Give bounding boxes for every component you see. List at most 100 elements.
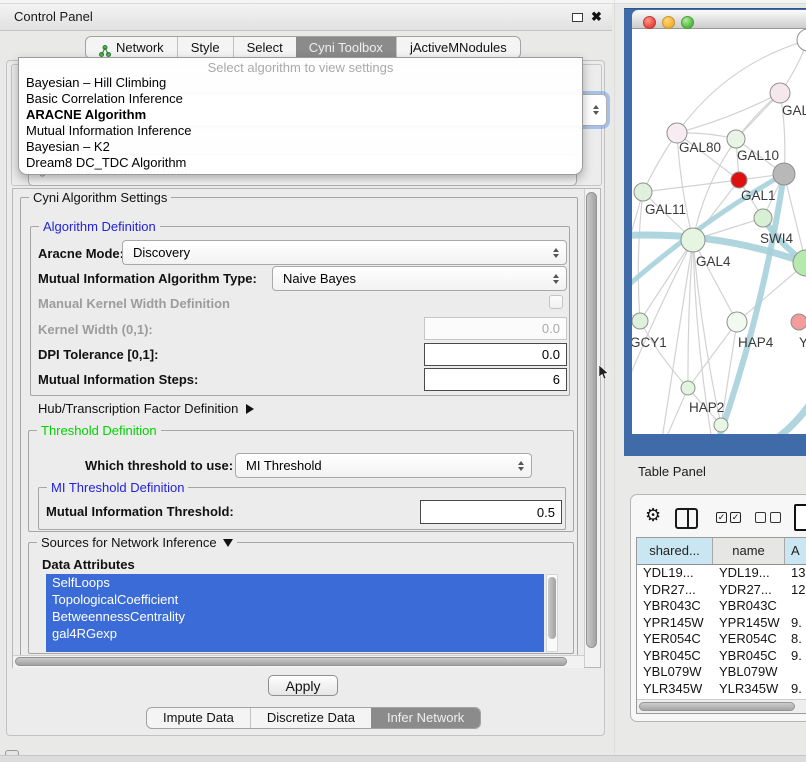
- select-all-icon[interactable]: ✓✓: [716, 512, 741, 523]
- table-rows: YDL19...YDL19...13YDR27...YDR27...12YBR0…: [637, 565, 806, 714]
- tab-cyni-toolbox[interactable]: Cyni Toolbox: [296, 37, 396, 58]
- table-cell: YDR27...: [637, 582, 713, 599]
- table-row[interactable]: YBL079WYBL079W: [637, 664, 806, 681]
- network-node-y[interactable]: [791, 314, 806, 330]
- combo-value: Discovery: [133, 245, 190, 260]
- network-node-gal[interactable]: [770, 83, 790, 103]
- table-cell: YBL079W: [637, 664, 713, 681]
- close-panel-icon[interactable]: ✖: [591, 9, 602, 25]
- tab-network[interactable]: Network: [86, 37, 177, 58]
- zoom-window-icon[interactable]: [681, 16, 694, 29]
- network-node[interactable]: [714, 418, 728, 432]
- settings-vscroll-thumb[interactable]: [586, 192, 597, 648]
- manual-kernel-checkbox[interactable]: [549, 295, 563, 309]
- float-window-icon[interactable]: [572, 13, 583, 22]
- column-header[interactable]: A: [785, 538, 806, 564]
- mi-algorithm-type-combobox[interactable]: Naive Bayes: [272, 266, 567, 291]
- close-window-icon[interactable]: [643, 16, 656, 29]
- table-cell: 9.: [785, 648, 806, 665]
- network-edge[interactable]: [688, 322, 737, 388]
- dropdown-prompt: Select algorithm to view settings: [19, 58, 582, 75]
- network-tab-icon: [99, 42, 111, 54]
- deselect-all-icon[interactable]: [755, 512, 781, 523]
- page-icon[interactable]: [794, 504, 806, 531]
- which-threshold-combobox[interactable]: MI Threshold: [235, 453, 532, 478]
- network-edge[interactable]: [693, 240, 737, 322]
- column-header[interactable]: shared...: [637, 538, 713, 564]
- dpi-tolerance-field[interactable]: 0.0: [424, 343, 567, 366]
- node-label: GAL80: [679, 140, 721, 155]
- settings-hscroll-thumb[interactable]: [15, 657, 567, 666]
- network-node-hap2[interactable]: [681, 381, 695, 395]
- table-row[interactable]: YPR145WYPR145W9.: [637, 615, 806, 632]
- apply-button[interactable]: Apply: [268, 675, 338, 696]
- mi-threshold-field[interactable]: 0.5: [420, 500, 562, 524]
- table-row[interactable]: YBR045CYBR045C9.: [637, 648, 806, 665]
- network-node-gal1[interactable]: [731, 172, 747, 188]
- network-node[interactable]: [797, 29, 806, 51]
- network-edge[interactable]: [737, 263, 806, 322]
- tab-discretize-data[interactable]: Discretize Data: [250, 708, 371, 728]
- network-node-swi4[interactable]: [754, 209, 772, 227]
- network-node-gal10[interactable]: [727, 130, 745, 148]
- dropdown-item[interactable]: Bayesian – Hill Climbing: [19, 75, 582, 91]
- table-row[interactable]: YDR27...YDR27...12: [637, 582, 806, 599]
- table-cell: 13: [785, 565, 806, 582]
- table-row[interactable]: YBR043CYBR043C: [637, 598, 806, 615]
- dropdown-item[interactable]: Dream8 DC_TDC Algorithm: [19, 155, 582, 171]
- column-header[interactable]: name: [713, 538, 785, 564]
- network-edge[interactable]: [640, 321, 688, 388]
- attribute-item[interactable]: gal4RGexp: [46, 625, 544, 642]
- table-row[interactable]: YDL19...YDL19...13: [637, 565, 806, 582]
- split-view-icon[interactable]: [675, 508, 698, 529]
- data-attributes-list[interactable]: SelfLoopsTopologicalCoefficientBetweenne…: [46, 574, 544, 652]
- table-cell: YER054C: [713, 631, 785, 648]
- kernel-width-field[interactable]: 0.0: [424, 317, 567, 340]
- network-node-gcy1[interactable]: [632, 313, 648, 329]
- network-edge[interactable]: [688, 240, 693, 388]
- sources-toggle[interactable]: Sources for Network Inference: [37, 535, 237, 550]
- table-row[interactable]: YER054CYER054C8.: [637, 631, 806, 648]
- mi-steps-field[interactable]: 6: [424, 368, 567, 391]
- network-node-hap4[interactable]: [727, 312, 747, 332]
- combo-value: Naive Bayes: [283, 271, 356, 286]
- gear-icon[interactable]: ⚙: [645, 505, 661, 526]
- tab-jactivemnodules[interactable]: jActiveMNodules: [396, 37, 520, 58]
- network-node-gal4[interactable]: [681, 228, 705, 252]
- tab-select[interactable]: Select: [233, 37, 296, 58]
- combo-stepper-icon: [553, 274, 559, 284]
- table-cell: YLR345W: [713, 681, 785, 698]
- network-node-gal11[interactable]: [634, 183, 652, 201]
- dropdown-item[interactable]: Bayesian – K2: [19, 139, 582, 155]
- dropdown-item[interactable]: ARACNE Algorithm: [19, 107, 582, 123]
- node-table: shared...nameA YDL19...YDL19...13YDR27..…: [636, 537, 806, 714]
- tab-infer-network[interactable]: Infer Network: [371, 708, 480, 728]
- bottom-tabs: Impute Data Discretize Data Infer Networ…: [146, 707, 481, 729]
- table-header-row: shared...nameA: [637, 538, 806, 565]
- table-panel-title: Table Panel: [638, 464, 706, 479]
- network-graph[interactable]: GALGAL80GAL10GAL1GAL11SWI4GAL4GCY1HAP4YH…: [632, 29, 806, 434]
- dropdown-item[interactable]: Mutual Information Inference: [19, 123, 582, 139]
- group-title: Cyni Algorithm Settings: [29, 190, 171, 205]
- tab-impute-data[interactable]: Impute Data: [147, 708, 250, 728]
- hub-definition-toggle[interactable]: Hub/Transcription Factor Definition: [38, 401, 254, 416]
- aracne-mode-combobox[interactable]: Discovery: [122, 240, 567, 265]
- dropdown-item[interactable]: Basic Correlation Inference: [19, 91, 582, 107]
- network-edge[interactable]: [756, 398, 806, 434]
- network-edge[interactable]: [643, 180, 739, 192]
- network-node[interactable]: [773, 163, 795, 185]
- network-window-titlebar[interactable]: [632, 10, 806, 29]
- minimize-window-icon[interactable]: [662, 16, 675, 29]
- table-cell: YBR043C: [713, 598, 785, 615]
- attribute-item[interactable]: BetweennessCentrality: [46, 608, 544, 625]
- attribute-item[interactable]: SelfLoops: [46, 574, 544, 591]
- attribute-item[interactable]: TopologicalCoefficient: [46, 591, 544, 608]
- node-label: GAL1: [741, 188, 776, 203]
- tab-style[interactable]: Style: [177, 37, 233, 58]
- network-edge[interactable]: [638, 192, 643, 321]
- table-cell: YPR145W: [713, 615, 785, 632]
- table-hscroll-thumb[interactable]: [639, 702, 795, 711]
- table-row[interactable]: YLR345WYLR345W9.: [637, 681, 806, 698]
- table-horizontal-scrollbar[interactable]: [637, 699, 806, 713]
- attributes-scrollbar-thumb[interactable]: [548, 577, 556, 639]
